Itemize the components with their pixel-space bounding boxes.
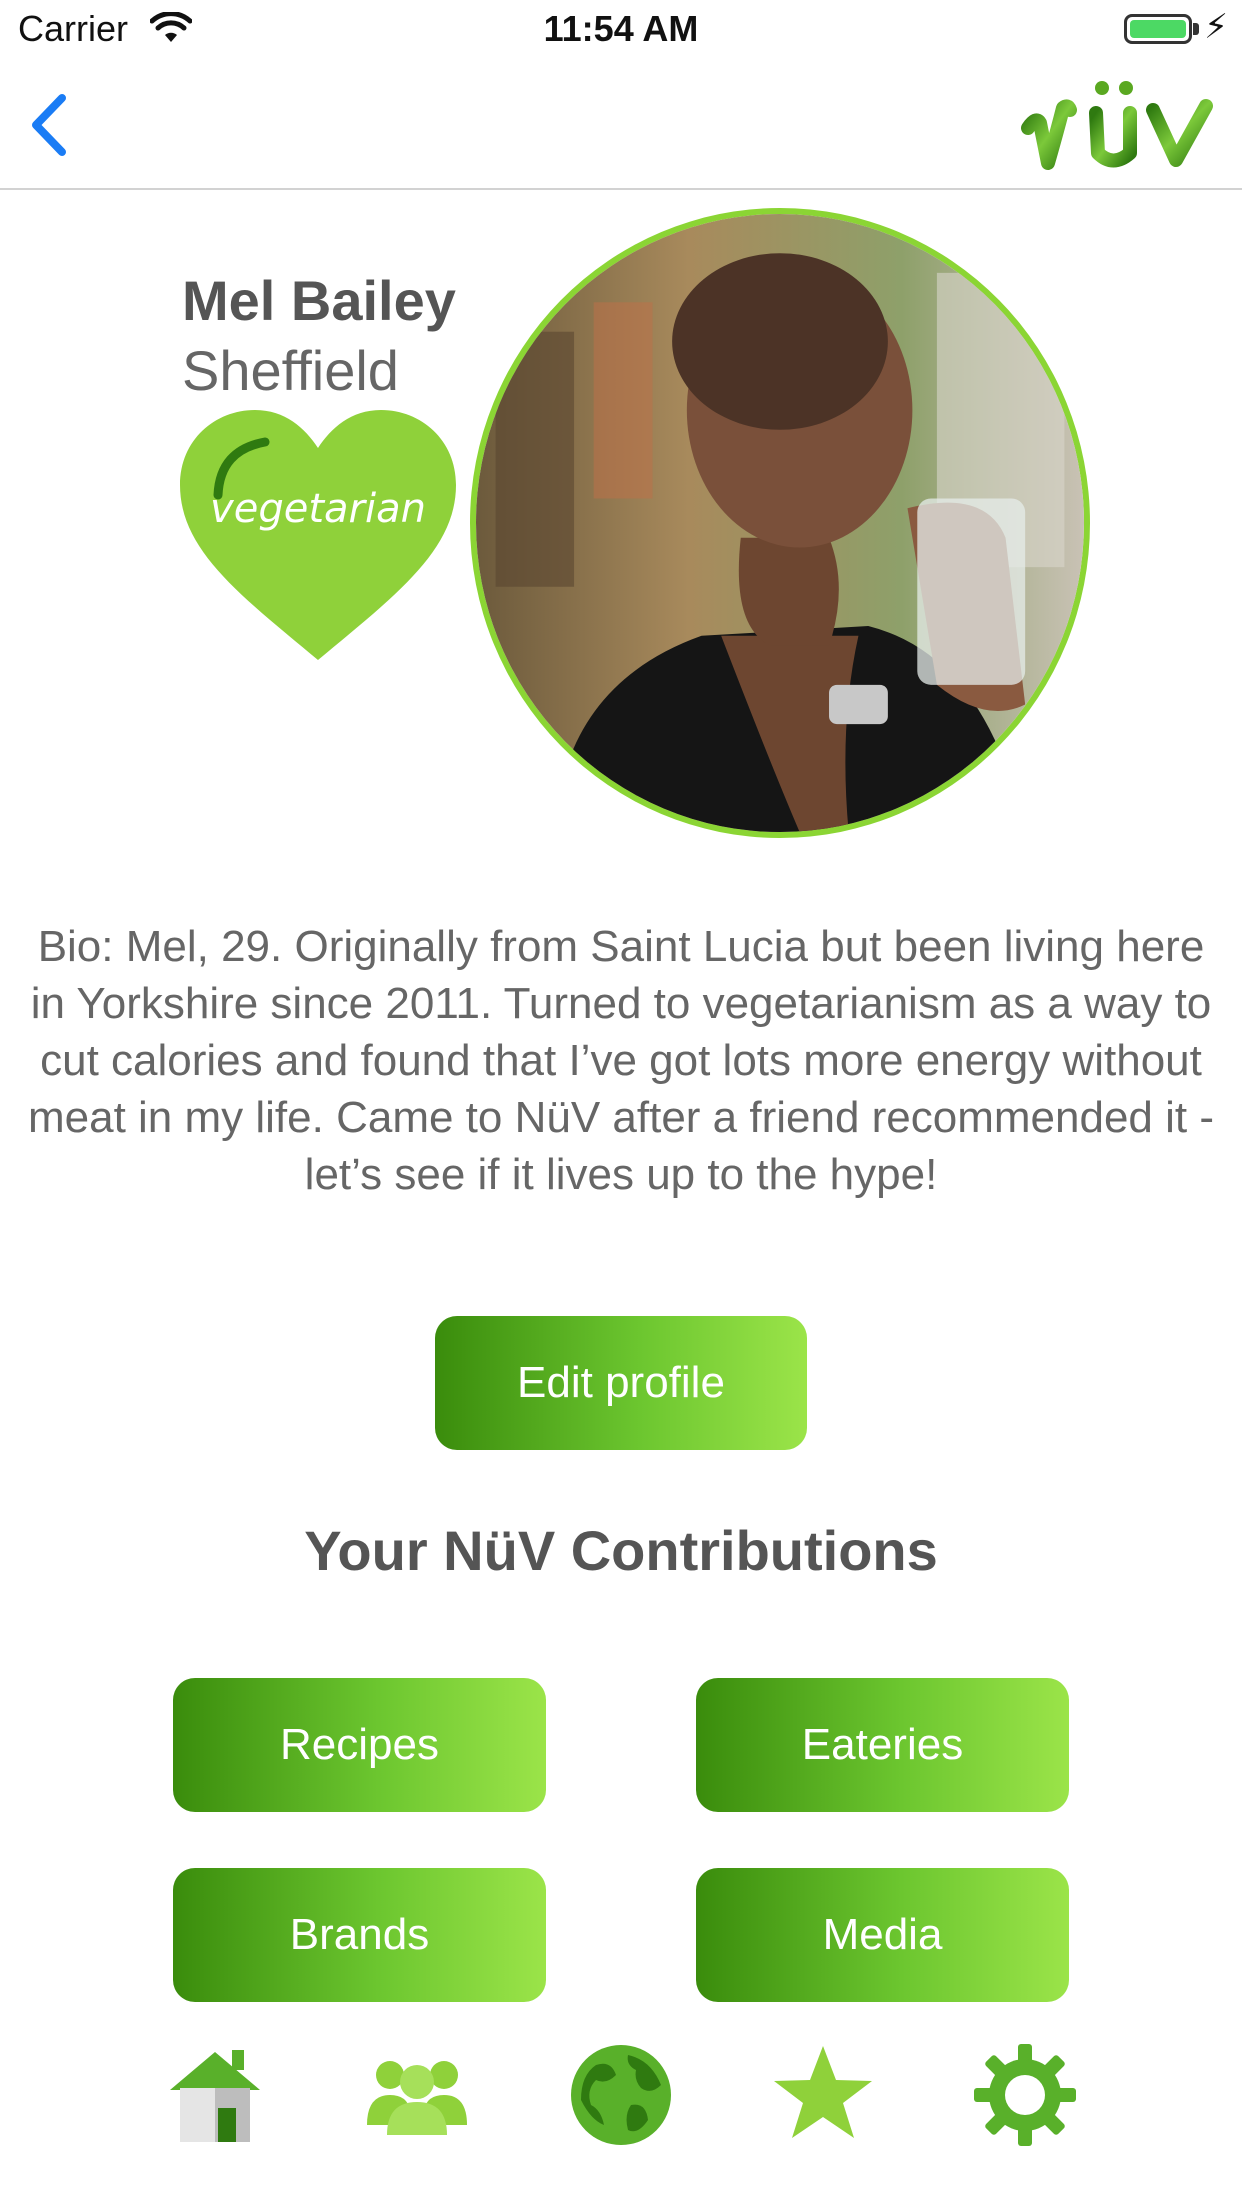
eateries-button[interactable]: Eateries	[696, 1678, 1069, 1812]
nuv-logo	[1021, 81, 1213, 170]
avatar-image	[476, 214, 1084, 832]
tab-bar	[0, 2040, 1242, 2208]
vegetarian-heart-badge: vegetarian	[180, 410, 456, 660]
brands-button[interactable]: Brands	[173, 1868, 546, 2002]
charging-bolt-icon: ⚡	[1204, 8, 1228, 46]
profile-city: Sheffield	[182, 339, 399, 402]
favorites-star-icon[interactable]	[768, 2040, 878, 2150]
media-button[interactable]: Media	[696, 1868, 1069, 2002]
status-time: 11:54 AM	[543, 8, 699, 49]
battery-icon	[1124, 14, 1192, 44]
profile-photo[interactable]	[470, 208, 1090, 838]
profile-name: Mel Bailey	[182, 269, 456, 332]
edit-profile-button[interactable]: Edit profile	[435, 1316, 807, 1450]
home-icon[interactable]	[160, 2040, 270, 2150]
diet-label: vegetarian	[210, 486, 426, 532]
community-icon[interactable]	[362, 2040, 472, 2150]
contributions-title: Your NüV Contributions	[304, 1519, 938, 1582]
settings-gear-icon[interactable]	[970, 2040, 1080, 2150]
profile-bio: Bio: Mel, 29. Originally from Saint Luci…	[27, 922, 1215, 1199]
back-button[interactable]	[22, 90, 82, 160]
globe-icon[interactable]	[566, 2040, 676, 2150]
recipes-button[interactable]: Recipes	[173, 1678, 546, 1812]
status-bar: Carrier 11:54 AM ⚡	[0, 0, 1242, 60]
nav-bar	[0, 60, 1242, 190]
